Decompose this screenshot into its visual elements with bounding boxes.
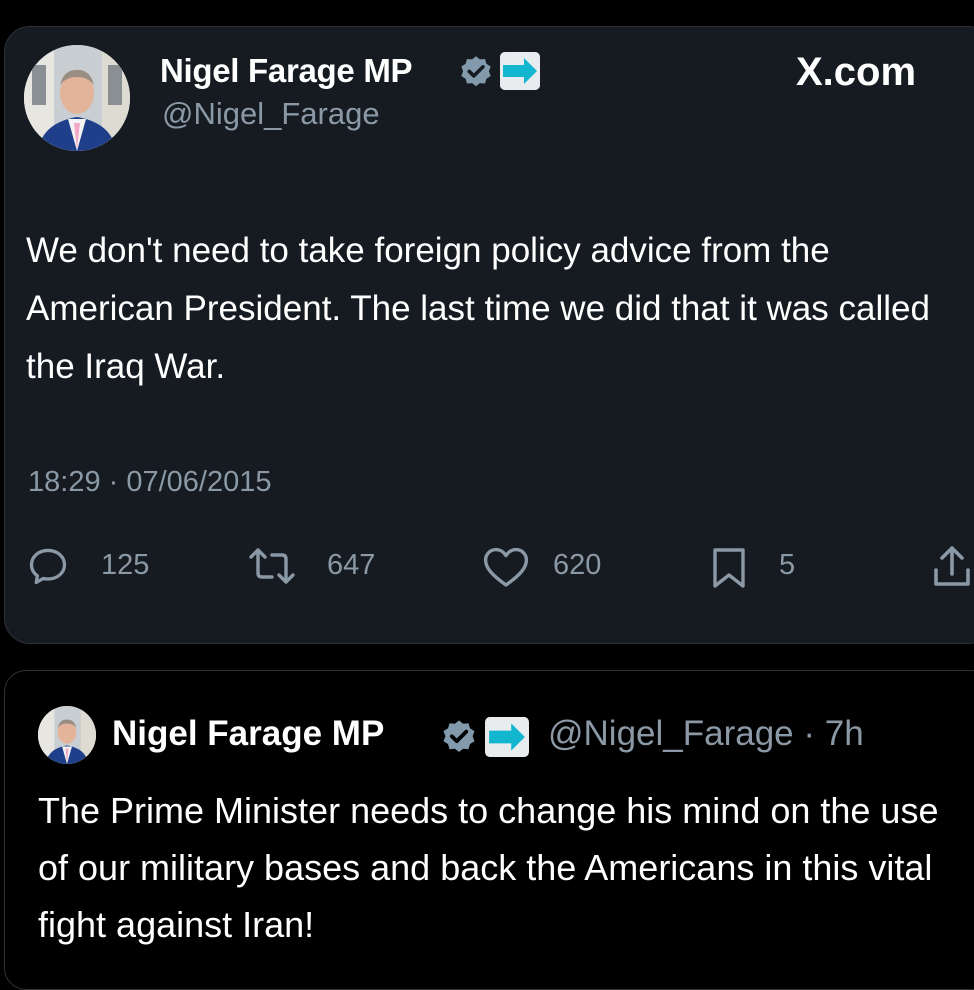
share-icon[interactable]	[930, 544, 974, 595]
reply-icon[interactable]	[26, 544, 70, 593]
avatar[interactable]	[24, 45, 130, 151]
profile-photo-image	[38, 706, 96, 764]
display-name[interactable]: Nigel Farage MP	[112, 714, 384, 754]
bookmark-icon[interactable]	[710, 546, 748, 595]
repost-icon[interactable]	[248, 546, 296, 591]
verified-badge-icon	[458, 54, 494, 95]
site-watermark: X.com	[796, 50, 917, 94]
user-handle[interactable]: @Nigel_Farage	[162, 96, 380, 132]
reform-uk-badge-icon	[485, 717, 529, 757]
profile-photo-image	[24, 45, 130, 151]
avatar[interactable]	[38, 706, 96, 764]
display-name[interactable]: Nigel Farage MP	[160, 52, 413, 90]
reform-uk-badge-icon	[500, 52, 540, 90]
like-heart-icon[interactable]	[482, 546, 530, 593]
tweet-text: We don't need to take foreign policy adv…	[26, 231, 930, 386]
reply-count: 125	[101, 549, 150, 581]
repost-count: 647	[327, 549, 376, 581]
verified-badge-icon	[440, 718, 478, 761]
bookmark-count: 5	[779, 549, 796, 581]
tweet-text: The Prime Minister needs to change his m…	[38, 790, 939, 945]
user-handle-and-time[interactable]: @Nigel_Farage · 7h	[548, 714, 864, 754]
like-count: 620	[553, 549, 602, 581]
tweet-timestamp[interactable]: 18:29 · 07/06/2015	[28, 466, 271, 499]
